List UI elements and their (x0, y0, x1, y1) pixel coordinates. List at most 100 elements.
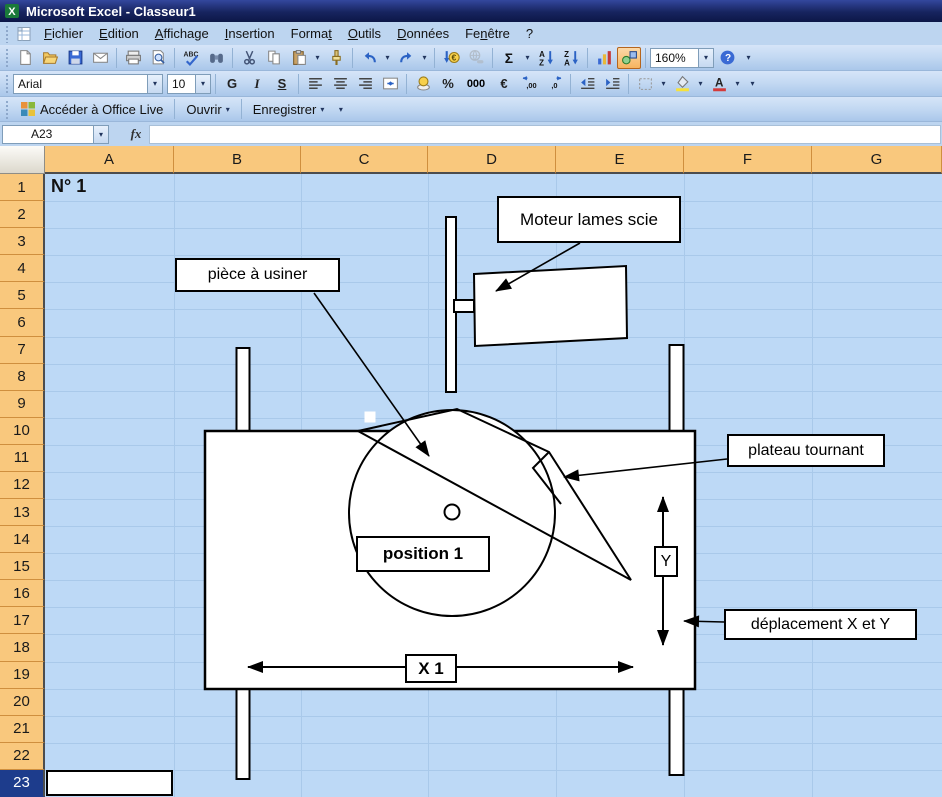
align-left-icon[interactable] (303, 73, 327, 95)
row-header-15[interactable]: 15 (0, 553, 45, 581)
copy-icon[interactable] (262, 47, 286, 69)
column-header-A[interactable]: A (45, 146, 174, 174)
toolbar-grip[interactable] (4, 73, 10, 94)
zoom-dropdown[interactable]: ▾ (698, 48, 713, 67)
cut-icon[interactable] (237, 47, 261, 69)
save-icon[interactable] (63, 47, 87, 69)
format-painter-icon[interactable] (324, 47, 348, 69)
row-header-18[interactable]: 18 (0, 634, 45, 662)
decrease-indent-icon[interactable] (575, 73, 599, 95)
drawing-icon[interactable] (617, 46, 641, 69)
spelling-icon[interactable]: ABC (179, 47, 203, 69)
redo-icon[interactable] (394, 47, 418, 69)
font-color-dropdown[interactable]: ▾ (732, 73, 743, 95)
borders-dropdown[interactable]: ▾ (658, 73, 669, 95)
toolbar-grip[interactable] (4, 24, 10, 43)
paste-icon[interactable] (287, 47, 311, 69)
row-header-14[interactable]: 14 (0, 526, 45, 554)
menu-fentre[interactable]: Fenêtre (457, 23, 518, 44)
currency-icon[interactable] (411, 73, 435, 95)
row-header-19[interactable]: 19 (0, 661, 45, 689)
label-moteur-lames-scie[interactable]: Moteur lames scie (497, 196, 681, 243)
row-header-1[interactable]: 1 (0, 174, 45, 202)
row-header-3[interactable]: 3 (0, 228, 45, 256)
formula-input[interactable] (149, 124, 941, 144)
menu-?[interactable]: ? (518, 23, 541, 44)
select-all-corner[interactable] (0, 146, 45, 174)
row-header-8[interactable]: 8 (0, 363, 45, 391)
align-center-icon[interactable] (328, 73, 352, 95)
toolbar-options-button[interactable]: ▾ (742, 47, 755, 69)
chart-wizard-icon[interactable] (592, 47, 616, 69)
row-header-7[interactable]: 7 (0, 336, 45, 364)
zoom-select[interactable]: 160% ▾ (650, 47, 714, 68)
percent-button[interactable]: % (436, 73, 460, 95)
row-header-12[interactable]: 12 (0, 471, 45, 500)
row-header-21[interactable]: 21 (0, 715, 45, 743)
fill-color-dropdown[interactable]: ▾ (695, 73, 706, 95)
menu-format[interactable]: Format (283, 23, 340, 44)
research-icon[interactable] (204, 47, 228, 69)
mail-icon[interactable] (88, 47, 112, 69)
label-plateau-tournant[interactable]: plateau tournant (727, 434, 885, 467)
row-header-22[interactable]: 22 (0, 742, 45, 770)
workbook-icon[interactable] (16, 26, 32, 42)
row-header-11[interactable]: 11 (0, 444, 45, 472)
row-header-4[interactable]: 4 (0, 255, 45, 283)
sort-descending-icon[interactable]: ZA (559, 47, 583, 69)
row-header-17[interactable]: 17 (0, 607, 45, 635)
menu-donnes[interactable]: Données (389, 23, 457, 44)
label-x1[interactable]: X 1 (405, 654, 457, 683)
row-header-6[interactable]: 6 (0, 309, 45, 337)
worksheet[interactable]: ABCDEFG 1 2 3 4 5 6 7 8 9 10 11 12 13 14 15 16 17 18 19 20 2… (0, 146, 942, 797)
print-icon[interactable] (121, 47, 145, 69)
menu-fichier[interactable]: Fichier (36, 23, 91, 44)
merge-center-icon[interactable] (378, 73, 402, 95)
increase-indent-icon[interactable] (600, 73, 624, 95)
toolbar-options-button[interactable]: ▾ (746, 73, 759, 95)
thousands-button[interactable]: 000 (461, 73, 491, 95)
font-size-select[interactable]: 10 ▾ (167, 73, 211, 94)
label-y[interactable]: Y (654, 546, 678, 577)
font-color-icon[interactable]: A (707, 73, 731, 95)
row-header-10[interactable]: 10 (0, 417, 45, 445)
autosum-dropdown[interactable]: ▾ (522, 47, 533, 69)
euro-button[interactable]: € (492, 73, 516, 95)
row-header-16[interactable]: 16 (0, 580, 45, 608)
open-live-button[interactable]: Ouvrir ▾ (179, 100, 236, 119)
fill-color-icon[interactable] (670, 73, 694, 95)
new-icon[interactable] (13, 47, 37, 69)
toolbar-grip[interactable] (4, 99, 10, 119)
paste-dropdown[interactable]: ▾ (312, 47, 323, 69)
column-header-F[interactable]: F (684, 146, 812, 174)
column-header-B[interactable]: B (174, 146, 301, 174)
menu-insertion[interactable]: Insertion (217, 23, 283, 44)
name-box-dropdown[interactable]: ▾ (94, 124, 109, 144)
font-size-dropdown[interactable]: ▾ (195, 74, 210, 93)
menu-edition[interactable]: Edition (91, 23, 147, 44)
underline-button[interactable]: S (270, 73, 294, 95)
undo-dropdown[interactable]: ▾ (382, 47, 393, 69)
save-live-button[interactable]: Enregistrer ▾ (246, 100, 332, 119)
active-cell[interactable] (46, 770, 173, 796)
autosum-icon[interactable]: Σ (497, 47, 521, 69)
align-right-icon[interactable] (353, 73, 377, 95)
font-dropdown[interactable]: ▾ (147, 74, 162, 93)
row-header-2[interactable]: 2 (0, 201, 45, 229)
row-header-23[interactable]: 23 (0, 769, 45, 797)
column-header-E[interactable]: E (556, 146, 684, 174)
insert-function-icon[interactable]: fx (123, 125, 149, 144)
hyperlink-icon[interactable] (464, 47, 488, 69)
label-deplacement-x-y[interactable]: déplacement X et Y (724, 609, 917, 640)
italic-button[interactable]: I (245, 73, 269, 95)
name-box[interactable]: A23 (2, 124, 94, 144)
column-header-D[interactable]: D (428, 146, 556, 174)
redo-dropdown[interactable]: ▾ (419, 47, 430, 69)
borders-icon[interactable] (633, 73, 657, 95)
office-live-button[interactable]: Accéder à Office Live (13, 99, 170, 119)
row-header-13[interactable]: 13 (0, 499, 45, 527)
help-icon[interactable]: ? (715, 47, 739, 69)
menu-affichage[interactable]: Affichage (147, 23, 217, 44)
column-header-C[interactable]: C (301, 146, 428, 174)
sort-ascending-icon[interactable]: AZ (534, 47, 558, 69)
